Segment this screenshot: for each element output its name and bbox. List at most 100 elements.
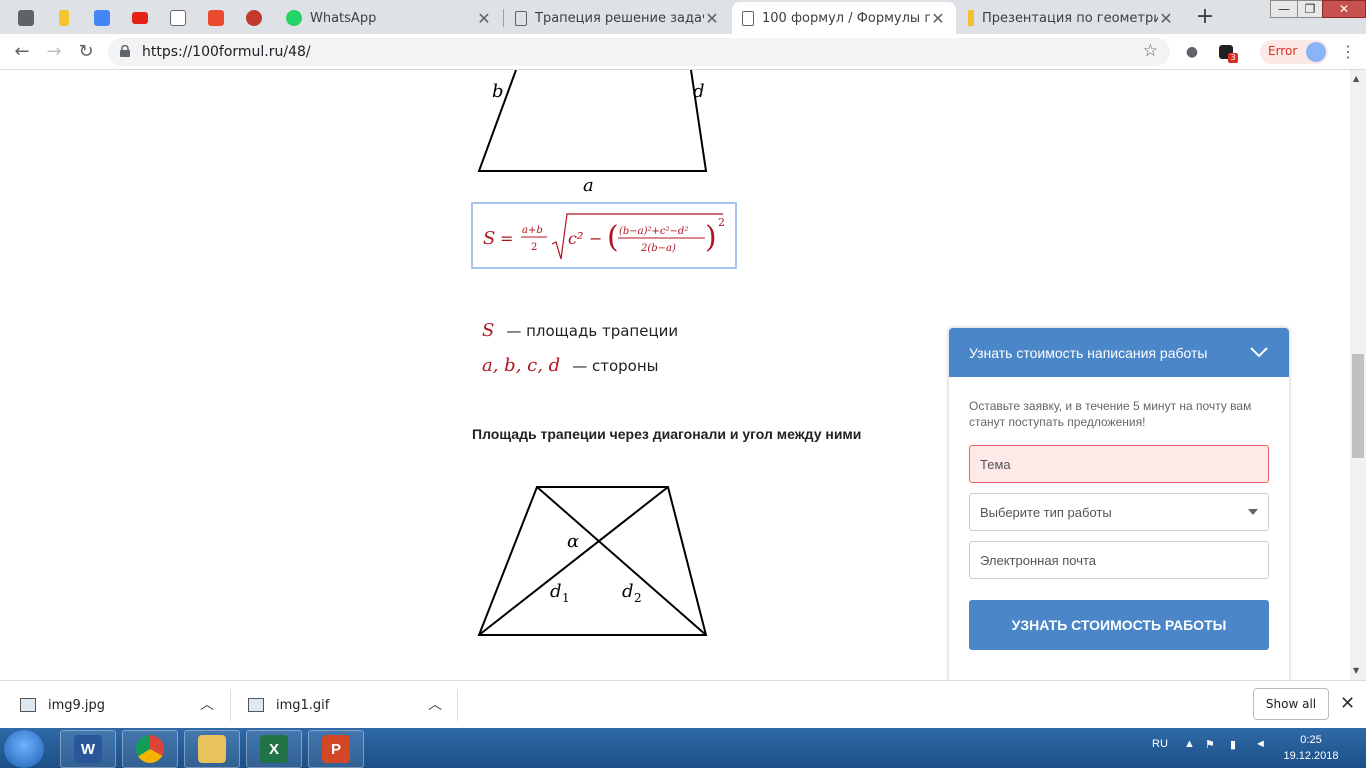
scrollbar-thumb[interactable] xyxy=(1352,354,1364,458)
formula-paren-right: ) xyxy=(705,220,717,255)
trapezoid-outline xyxy=(477,486,708,636)
pinned-tab-2[interactable] xyxy=(46,4,82,32)
network-icon[interactable]: ▮ xyxy=(1230,738,1236,751)
label-d1: d xyxy=(550,581,562,602)
formula-eq: = xyxy=(500,229,513,248)
topic-input[interactable]: Тема xyxy=(969,445,1269,483)
taskbar-excel[interactable]: X xyxy=(246,730,302,768)
taskbar-explorer[interactable] xyxy=(184,730,240,768)
email-input[interactable]: Электронная почта xyxy=(969,541,1269,579)
pinned-tab-5[interactable] xyxy=(160,4,196,32)
formula-box: S = a+b 2 c² − ( (b−a)²+c²−d² 2(b−a) ) 2 xyxy=(471,202,737,269)
formula-minus: − xyxy=(589,229,602,248)
language-indicator[interactable]: RU xyxy=(1152,738,1168,750)
pinned-tab-1[interactable] xyxy=(8,4,44,32)
system-clock[interactable]: 0:25 19.12.2018 xyxy=(1276,732,1346,764)
tab-trapezoid-problems[interactable]: Трапеция решение задач по г ✕ xyxy=(505,2,730,34)
new-tab-button[interactable]: + xyxy=(1192,5,1218,31)
section-heading: Площадь трапеции через диагонали и угол … xyxy=(472,426,862,442)
label-d: d xyxy=(693,81,705,102)
formula-frac-num: a+b xyxy=(522,225,543,236)
scroll-up-icon[interactable]: ▲ xyxy=(1353,74,1359,83)
pinned-tab-3[interactable] xyxy=(84,4,120,32)
tab-100formul[interactable]: 100 формул / Формулы площ ✕ xyxy=(732,2,956,34)
forward-button[interactable]: → xyxy=(40,39,68,65)
tray-arrow-icon[interactable]: ▲ xyxy=(1184,738,1195,750)
pinned-tab-7[interactable] xyxy=(236,4,272,32)
legend-text: — стороны xyxy=(572,357,659,375)
document-icon xyxy=(515,10,527,26)
powerpoint-icon: P xyxy=(322,735,350,763)
chevron-up-icon[interactable]: ︿ xyxy=(200,694,214,714)
download-filename: img9.jpg xyxy=(48,698,106,713)
show-all-button[interactable]: Show all xyxy=(1253,688,1329,720)
word-icon: W xyxy=(74,735,102,763)
reload-button[interactable]: ↻ xyxy=(72,39,100,65)
get-price-button[interactable]: УЗНАТЬ СТОИМОСТЬ РАБОТЫ xyxy=(969,600,1269,650)
lock-icon xyxy=(120,45,130,57)
dropdown-caret-icon xyxy=(1248,509,1258,515)
widget-description: Оставьте заявку, и в течение 5 минут на … xyxy=(969,399,1252,429)
legend-row-area: S — площадь трапеции xyxy=(482,320,678,341)
legend-text: — площадь трапеции xyxy=(506,322,679,340)
translate-icon xyxy=(94,10,110,26)
label-d1-sub: 1 xyxy=(562,591,570,605)
close-icon[interactable]: ✕ xyxy=(1158,9,1174,28)
address-bar[interactable]: https://100formul.ru/48/ ☆ xyxy=(108,38,1170,66)
taskbar-word[interactable]: W xyxy=(60,730,116,768)
extension-icon[interactable]: 3 xyxy=(1212,39,1240,65)
minimize-button[interactable]: — xyxy=(1270,0,1298,18)
formula-inner-num: (b−a)²+c²−d² xyxy=(619,226,688,237)
tab-separator xyxy=(503,9,504,27)
label-d2: d xyxy=(622,581,634,602)
scroll-down-icon[interactable]: ▼ xyxy=(1353,666,1359,675)
math-icon xyxy=(170,10,186,26)
close-icon[interactable]: ✕ xyxy=(704,9,720,28)
back-button[interactable]: ← xyxy=(8,39,36,65)
tab-title: WhatsApp xyxy=(310,10,377,26)
start-button[interactable] xyxy=(4,730,44,768)
youtube-icon xyxy=(132,12,148,24)
page-scrollbar[interactable]: ▲ ▼ xyxy=(1350,70,1366,680)
price-request-widget: Узнать стоимость написания работы Оставь… xyxy=(949,328,1289,680)
legend-symbol: a, b, c, d xyxy=(482,355,561,376)
chevron-up-icon[interactable]: ︿ xyxy=(428,694,442,714)
extension-circle-icon[interactable]: ● xyxy=(1178,39,1206,65)
legend-symbol: S xyxy=(482,320,495,341)
close-icon[interactable]: ✕ xyxy=(930,9,946,28)
download-item[interactable]: img9.jpg ︿ xyxy=(0,681,228,729)
sdamgia-icon xyxy=(246,10,262,26)
excel-icon: X xyxy=(260,735,288,763)
label-alpha: α xyxy=(567,531,579,552)
chrome-icon xyxy=(136,735,164,763)
pinned-tab-6[interactable] xyxy=(198,4,234,32)
download-separator xyxy=(457,689,458,721)
restore-button[interactable]: ❐ xyxy=(1297,0,1323,18)
profile-error-button[interactable]: Error xyxy=(1260,40,1328,64)
taskbar-chrome[interactable] xyxy=(122,730,178,768)
widget-header[interactable]: Узнать стоимость написания работы xyxy=(949,328,1289,377)
bookmark-star-icon[interactable]: ☆ xyxy=(1143,41,1158,61)
folder-icon xyxy=(198,735,226,763)
close-window-button[interactable]: ✕ xyxy=(1322,0,1366,18)
trapezoid-figure: b d a xyxy=(477,70,708,196)
error-label: Error xyxy=(1268,44,1298,58)
tab-title: 100 формул / Формулы площ xyxy=(762,10,930,26)
trapezoid-outline xyxy=(477,70,708,172)
tab-geometry-presentation[interactable]: Презентация по геометрии 8 ✕ xyxy=(958,2,1184,34)
legend-row-sides: a, b, c, d — стороны xyxy=(482,355,658,376)
pinned-tab-4[interactable] xyxy=(122,4,158,32)
work-type-select[interactable]: Выберите тип работы xyxy=(969,493,1269,531)
work-type-value: Выберите тип работы xyxy=(980,505,1112,520)
close-icon[interactable]: ✕ xyxy=(1340,693,1355,714)
flag-icon[interactable]: ⚑ xyxy=(1205,738,1215,751)
tab-whatsapp[interactable]: WhatsApp ✕ xyxy=(276,2,502,34)
taskbar-powerpoint[interactable]: P xyxy=(308,730,364,768)
close-icon[interactable]: ✕ xyxy=(476,9,492,28)
menu-kebab-icon[interactable]: ⋮ xyxy=(1334,39,1362,65)
download-item[interactable]: img1.gif ︿ xyxy=(228,681,456,729)
trapezoid-diagonals-figure: α d 1 d 2 xyxy=(477,486,708,636)
formula-paren-left: ( xyxy=(607,220,619,255)
volume-icon[interactable]: ◄ xyxy=(1255,738,1266,750)
chevron-down-icon[interactable] xyxy=(1249,342,1269,362)
